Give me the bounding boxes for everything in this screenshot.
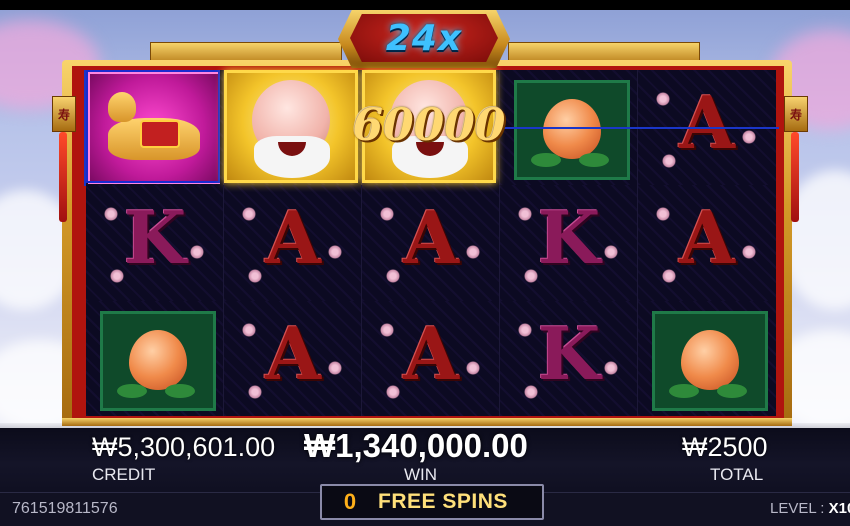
left-tassel-icon — [59, 132, 67, 222]
blossom-icon — [466, 360, 480, 375]
total-bet-value: ₩2500 — [682, 432, 768, 462]
payline-marker — [84, 70, 86, 186]
level-label: LEVEL : — [770, 500, 825, 517]
right-tassel-icon — [791, 132, 799, 222]
right-tab-icon: 寿 — [784, 96, 808, 132]
level-indicator: LEVEL : X10 — [770, 500, 850, 517]
credit-label: CREDIT — [92, 465, 156, 484]
top-bar — [0, 0, 850, 10]
win-highlight — [224, 70, 358, 183]
line-win-amount: 60000 — [352, 100, 506, 151]
win-value: ₩1,340,000.00 — [304, 427, 528, 464]
reel-cell: A — [224, 300, 362, 416]
symbol-peach-icon — [652, 310, 768, 411]
reel-cell: K — [86, 185, 224, 301]
blossom-icon — [524, 384, 538, 399]
blossom-icon — [380, 322, 394, 337]
reel-cell: K — [500, 185, 638, 301]
blossom-icon — [386, 384, 400, 399]
level-value: X10 — [828, 500, 850, 517]
reel-cell: A — [224, 185, 362, 301]
blossom-icon — [518, 322, 532, 337]
reel-cell: A — [362, 185, 500, 301]
blossom-icon — [248, 384, 262, 399]
reel-cell — [86, 300, 224, 416]
payline — [496, 127, 779, 129]
multiplier-banner-inner: 24x — [350, 14, 498, 62]
reel-cell — [86, 70, 224, 186]
blossom-icon — [328, 360, 342, 375]
total-bet-label: TOTAL — [710, 465, 764, 484]
frame-bottom-trim — [62, 418, 792, 426]
round-id: 761519811576 — [12, 500, 118, 517]
free-spins-counter: 0 FREE SPINS — [320, 484, 544, 520]
free-spins-label: FREE SPINS — [378, 490, 508, 513]
left-tab-icon: 寿 — [52, 96, 76, 132]
blossom-icon — [662, 154, 676, 168]
multiplier-value: 24x — [385, 17, 463, 59]
blossom-icon — [656, 92, 670, 106]
blossom-icon — [742, 130, 756, 144]
free-spins-count: 0 — [343, 489, 357, 514]
reel-cell: A — [638, 185, 776, 301]
symbol-peach-icon — [100, 310, 216, 411]
reel-cell: K — [500, 300, 638, 416]
reel-cell — [638, 300, 776, 416]
symbol-peach-icon — [514, 80, 630, 180]
reel-cell — [224, 70, 362, 186]
credit-value: ₩5,300,601.00 — [92, 432, 276, 462]
blossom-icon — [242, 322, 256, 337]
win-label: WIN — [404, 465, 438, 484]
reel-cell: A — [362, 300, 500, 416]
win-highlight — [86, 70, 220, 183]
blossom-icon — [604, 360, 618, 375]
